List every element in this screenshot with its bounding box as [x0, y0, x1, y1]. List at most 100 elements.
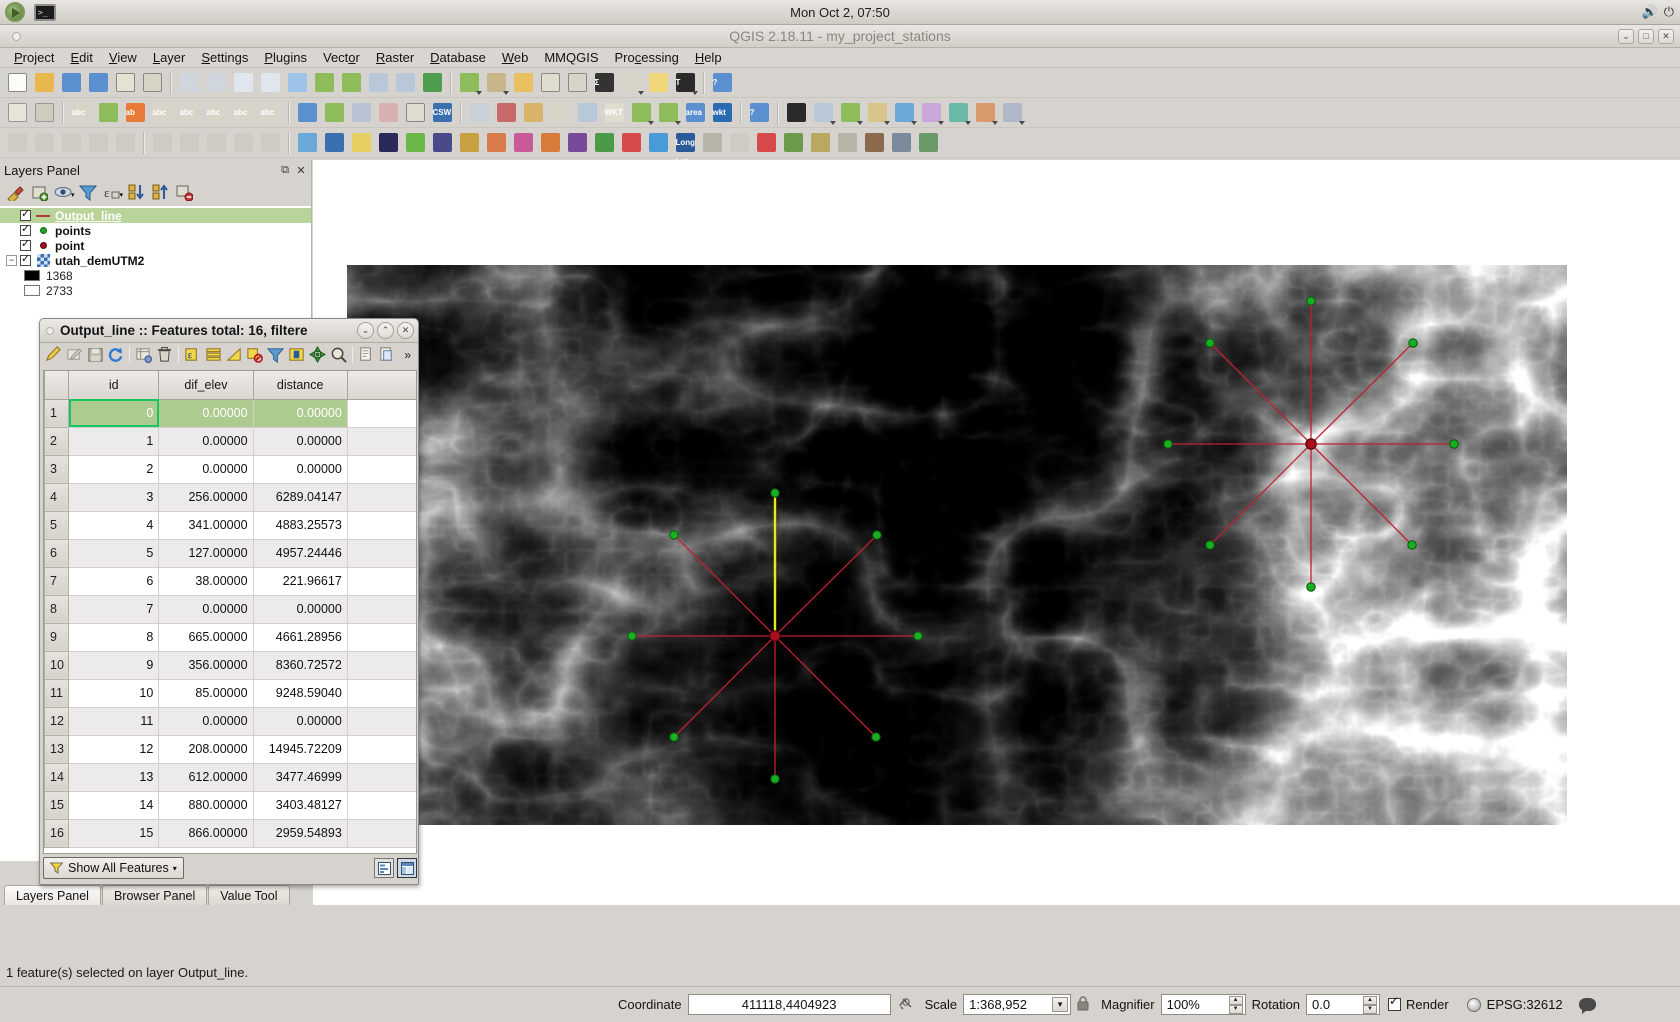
new-field-icon[interactable] [133, 344, 154, 365]
point-feature[interactable] [1205, 540, 1215, 550]
new-print-composer-button[interactable] [112, 70, 138, 96]
select-by-expression-icon[interactable]: ε [182, 344, 203, 365]
coordinate-input[interactable]: 411118,4404923 [687, 994, 891, 1015]
column-header-dif-elev[interactable]: dif_elev [158, 371, 254, 400]
cell-dif-elev[interactable]: 256.00000 [158, 483, 254, 512]
point-feature[interactable] [1407, 540, 1417, 550]
cell-dif-elev[interactable]: 356.00000 [158, 651, 254, 680]
filter-legend-icon[interactable] [77, 182, 99, 202]
row-number[interactable]: 10 [44, 650, 70, 680]
cell-id[interactable]: 15 [68, 819, 160, 848]
line-feature[interactable] [774, 534, 878, 637]
node-grey-button[interactable] [85, 130, 111, 156]
dialog-collapse-button[interactable]: ⌄ [357, 322, 374, 339]
table-row[interactable]: 9 8 665.00000 4661.28956 [44, 622, 416, 652]
layer-item-utah_demutm2[interactable]: − utah_demUTM2 [0, 252, 311, 268]
wave-button[interactable] [645, 130, 671, 156]
rotation-input[interactable]: 0.0 ▲ ▼ [1306, 994, 1381, 1015]
cell-id[interactable]: 2 [68, 455, 160, 484]
cell-dif-elev[interactable]: 38.00000 [158, 567, 254, 596]
crs-label[interactable]: EPSG:32612 [1487, 997, 1563, 1012]
dotted-button[interactable] [547, 100, 573, 126]
wrench-button[interactable] [888, 130, 914, 156]
chevron-down-icon[interactable] [1019, 120, 1025, 125]
menu-processing[interactable]: Processing [607, 49, 687, 66]
table-row[interactable]: 15 14 880.00000 3403.48127 [44, 790, 416, 820]
mosaic-button[interactable] [483, 130, 509, 156]
zoom-full-button[interactable] [284, 70, 310, 96]
paste-features-icon[interactable] [376, 344, 397, 365]
longlat-button[interactable]: LongLat [672, 130, 698, 166]
cell-id[interactable]: 9 [68, 651, 160, 680]
attribute-table-scroll[interactable]: id dif_elev distance 1 0 0.00000 0.00000 2 1 0… [43, 370, 417, 854]
line-feature[interactable] [673, 534, 776, 637]
edit-grey-button[interactable] [58, 130, 84, 156]
menu-layer[interactable]: Layer [145, 49, 194, 66]
plugin-d-button[interactable] [891, 100, 917, 126]
table-row[interactable]: 3 2 0.00000 0.00000 [44, 454, 416, 484]
message-bubble-icon[interactable] [1578, 998, 1596, 1014]
scale-combo[interactable]: 1:368,952 ▼ [963, 994, 1072, 1015]
zoom-out-button[interactable] [257, 70, 283, 96]
cell-id[interactable]: 10 [68, 679, 160, 708]
menu-database[interactable]: Database [422, 49, 494, 66]
map-area[interactable] [313, 160, 1680, 905]
line-feature[interactable] [1310, 443, 1413, 546]
layer-visibility-checkbox[interactable] [20, 207, 31, 221]
cell-dif-elev[interactable]: 866.00000 [158, 819, 254, 848]
open-attribute-table-button[interactable] [564, 70, 590, 96]
attribute-table[interactable]: id dif_elev distance 1 0 0.00000 0.00000 2 1 0… [44, 371, 416, 848]
layer-styling-button[interactable] [95, 100, 121, 126]
table-row[interactable]: 10 9 356.00000 8360.72572 [44, 650, 416, 680]
rotation-stepper[interactable]: ▲ ▼ [1363, 996, 1378, 1014]
chevron-down-icon[interactable] [911, 120, 917, 125]
zoom-tool-button[interactable] [574, 100, 600, 126]
zoom-next-button[interactable] [392, 70, 418, 96]
window-menu-dot[interactable] [12, 31, 21, 41]
row-number[interactable]: 6 [44, 538, 70, 568]
mouse-button[interactable] [726, 130, 752, 156]
volume-icon[interactable]: 🔊 [1642, 4, 1658, 20]
cell-dif-elev[interactable]: 341.00000 [158, 511, 254, 540]
station-point-feature[interactable] [1305, 438, 1317, 450]
line-feature[interactable] [1310, 342, 1414, 445]
line-feature[interactable] [673, 635, 776, 738]
cell-distance[interactable]: 9248.59040 [253, 679, 348, 708]
cell-id[interactable]: 13 [68, 763, 160, 792]
save-layer-edits-button[interactable] [31, 100, 57, 126]
cell-distance[interactable]: 8360.72572 [253, 651, 348, 680]
table-row[interactable]: 5 4 341.00000 4883.25573 [44, 510, 416, 540]
select-all-icon[interactable] [203, 344, 224, 365]
spiral-button[interactable] [510, 130, 536, 156]
chevron-down-icon[interactable] [965, 120, 971, 125]
point-feature[interactable] [669, 732, 679, 742]
open-project-button[interactable] [31, 70, 57, 96]
menu-plugins[interactable]: Plugins [256, 49, 315, 66]
tab-value-tool[interactable]: Value Tool [208, 885, 290, 905]
tree-button[interactable] [591, 130, 617, 156]
tab-layers-panel[interactable]: Layers Panel [4, 885, 101, 905]
label-options-button[interactable]: ab [122, 100, 148, 126]
refresh-button[interactable] [419, 70, 445, 96]
cell-dif-elev[interactable]: 665.00000 [158, 623, 254, 652]
offset-grey-button[interactable] [257, 130, 283, 156]
plug-button[interactable] [780, 130, 806, 156]
close-button[interactable]: ✕ [1658, 28, 1674, 44]
tools-button[interactable] [807, 130, 833, 156]
cell-dif-elev[interactable]: 0.00000 [158, 707, 254, 736]
save-edits-icon[interactable] [85, 344, 106, 365]
column-header-id[interactable]: id [68, 371, 160, 400]
cell-id[interactable]: 11 [68, 707, 160, 736]
row-number[interactable]: 14 [44, 762, 70, 792]
paint-button[interactable] [493, 100, 519, 126]
plugin-f-button[interactable] [945, 100, 971, 126]
plugin-g-button[interactable] [972, 100, 998, 126]
new-text-annotation-button[interactable]: T [672, 70, 698, 96]
dialog-close-button[interactable]: ✕ [397, 322, 414, 339]
overflow-icon[interactable]: » [397, 344, 418, 365]
ruler-button[interactable] [834, 130, 860, 156]
help2-button[interactable]: ? [746, 100, 772, 126]
menu-help[interactable]: Help [687, 49, 730, 66]
table-row[interactable]: 11 10 85.00000 9248.59040 [44, 678, 416, 708]
undock-icon[interactable]: ⧉ [279, 164, 291, 176]
